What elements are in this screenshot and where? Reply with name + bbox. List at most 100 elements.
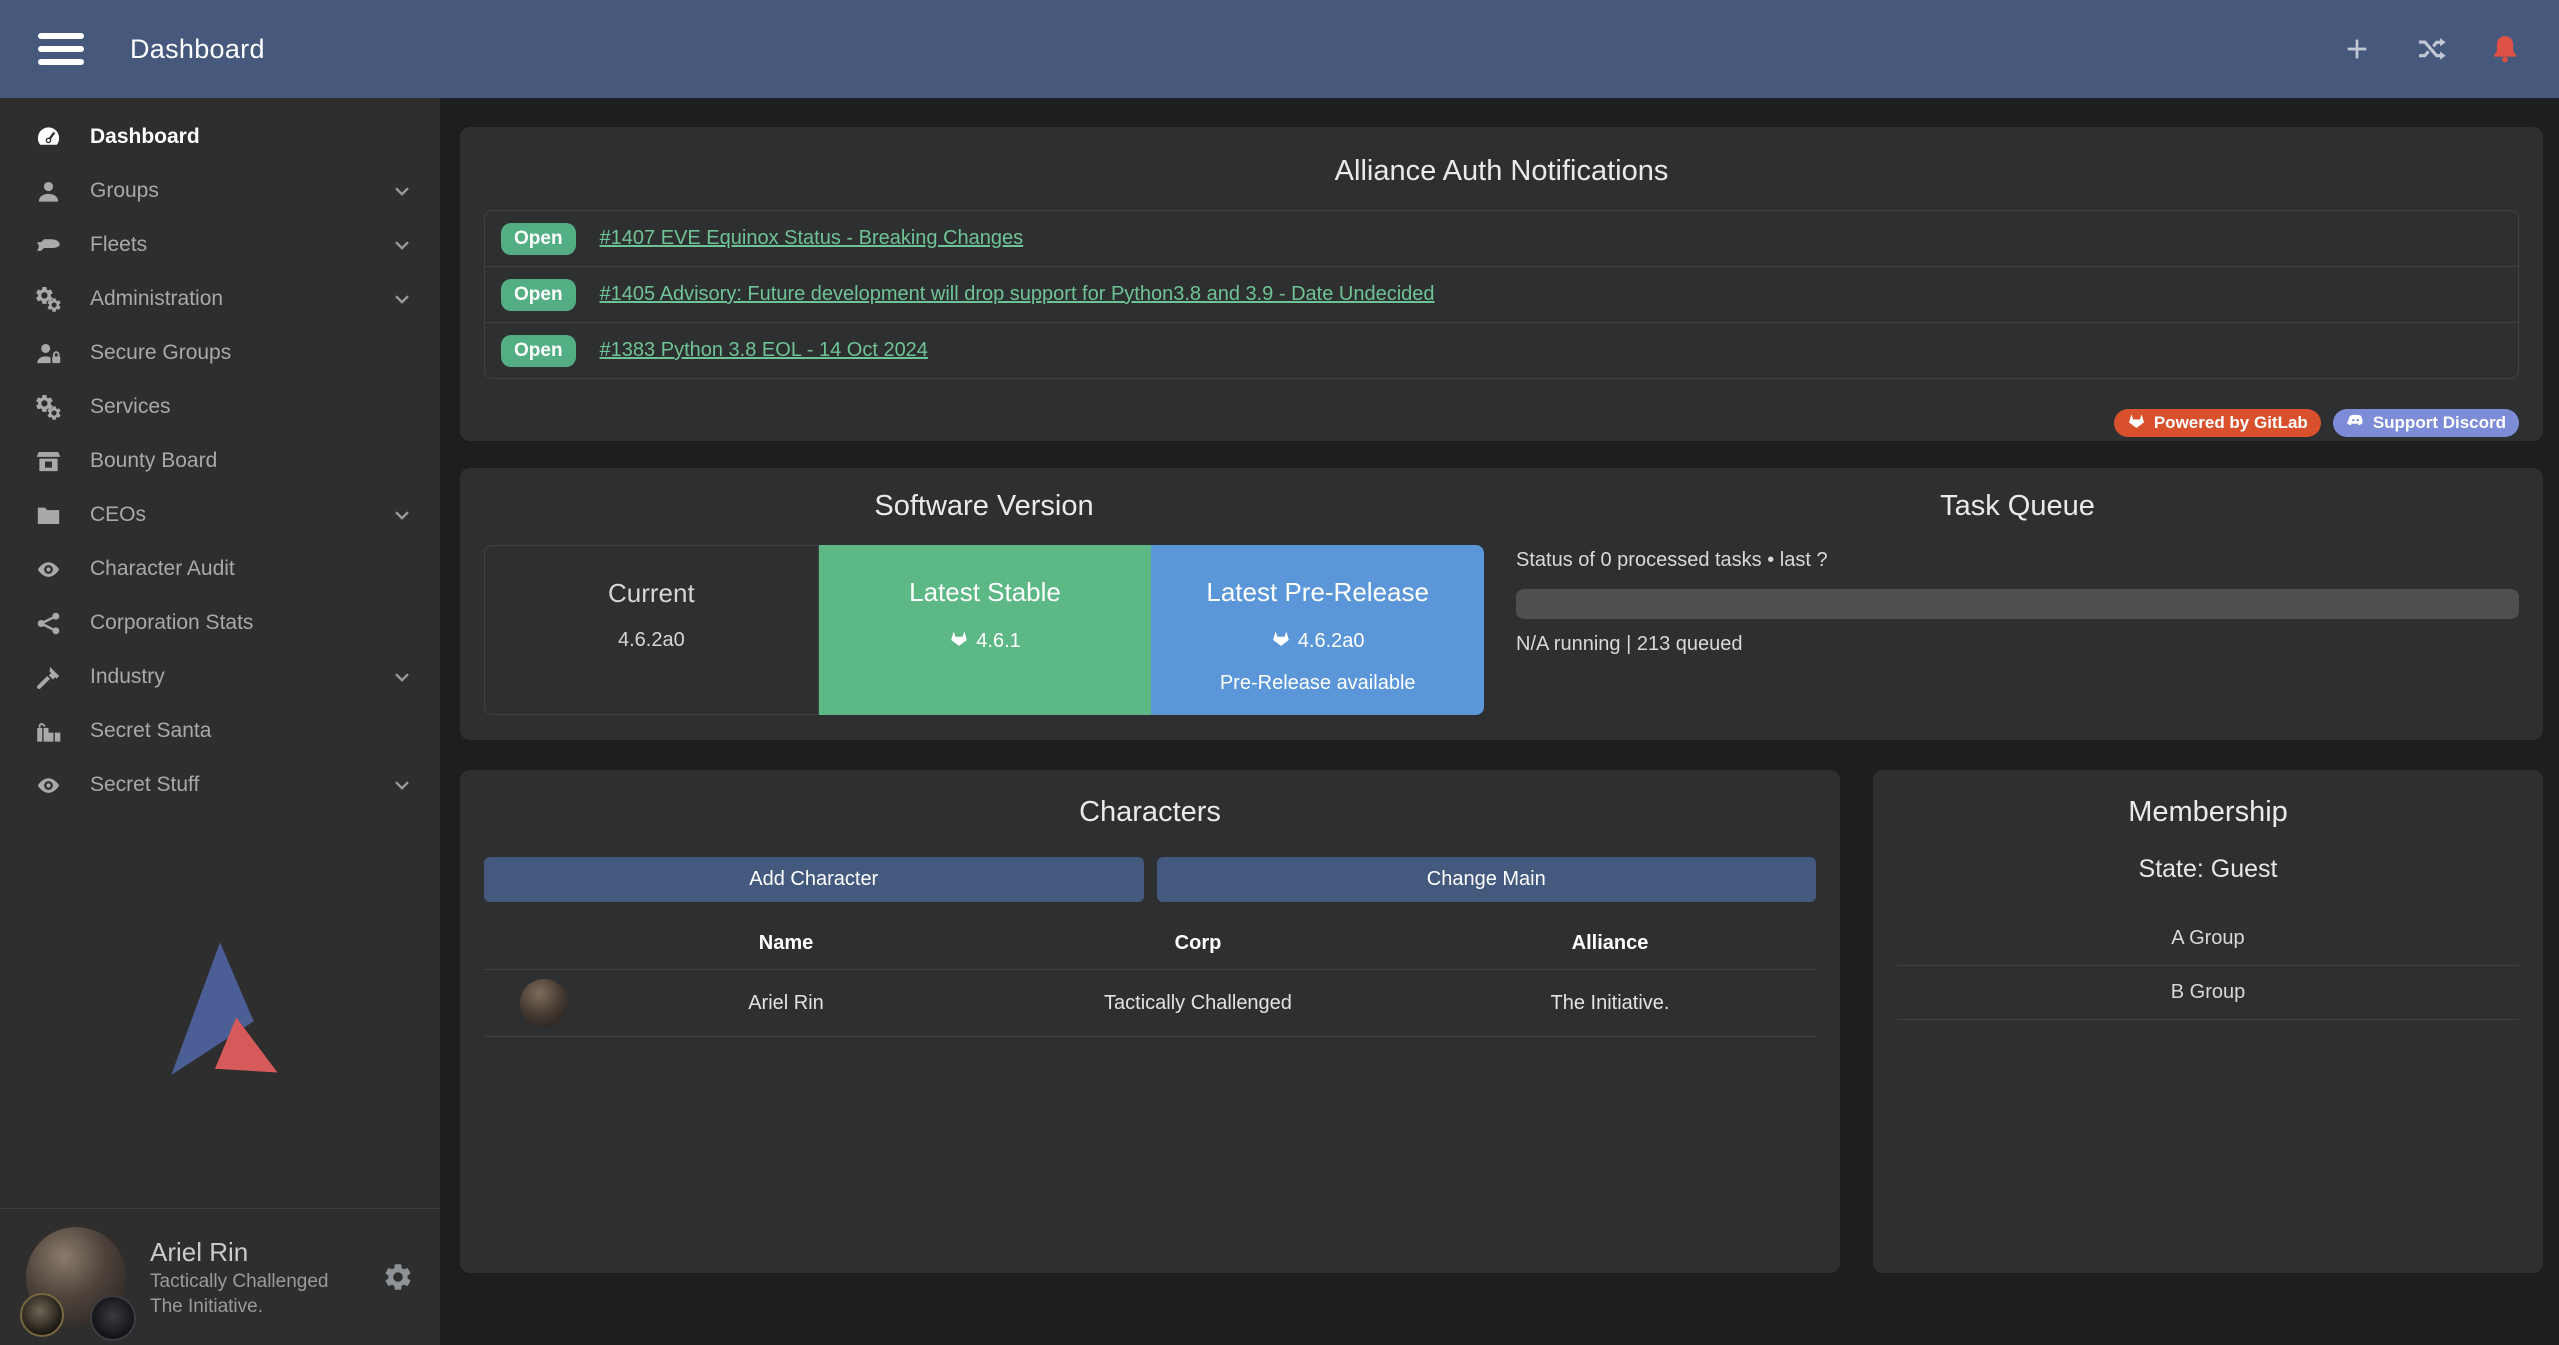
version-box-label: Latest Pre-Release <box>1151 577 1484 608</box>
status-badge: Open <box>501 223 576 255</box>
notification-link[interactable]: #1405 Advisory: Future development will … <box>600 283 1435 306</box>
group-item-a-group: A Group <box>1897 912 2519 966</box>
task-queue-section: Task Queue Status of 0 processed tasks •… <box>1516 488 2519 720</box>
version-text: 4.6.1 <box>976 630 1020 653</box>
characters-panel: Characters Add CharacterChange Main Name… <box>460 770 1840 1273</box>
membership-title: Membership <box>1897 796 2519 829</box>
bell-icon[interactable] <box>2489 33 2521 65</box>
hamburger-menu-icon[interactable] <box>38 33 84 65</box>
sidebar-item-label: Administration <box>90 287 223 311</box>
status-badge: Open <box>501 279 576 311</box>
notification-row: Open #1405 Advisory: Future development w… <box>485 266 2518 322</box>
version-number: 4.6.2a0 <box>1151 628 1484 654</box>
user-name: Ariel Rin <box>150 1235 329 1269</box>
notification-row: Open#1383 Python 3.8 EOL - 14 Oct 2024 <box>485 322 2518 378</box>
shuffle-icon[interactable] <box>2415 33 2447 65</box>
membership-panel: Membership State: Guest A GroupB Group <box>1873 770 2543 1273</box>
sidebar-item-groups[interactable]: Groups <box>0 164 440 218</box>
alliance-auth-dashboard: Dashboard Dashboard Groups Fleets Administr… <box>0 0 2559 1345</box>
gears-icon <box>30 285 66 313</box>
discord-icon <box>2346 411 2365 435</box>
sidebar-item-label: CEOs <box>90 503 146 527</box>
add-character-button[interactable]: Add Character <box>484 857 1144 902</box>
version-taskqueue-panel: Software Version Current4.6.2a0Latest St… <box>460 468 2543 740</box>
sidebar-item-label: Groups <box>90 179 159 203</box>
task-queue-title: Task Queue <box>1516 490 2519 523</box>
gitlab-icon <box>949 628 969 654</box>
version-number: 4.6.1 <box>819 628 1152 654</box>
version-box-current: Current 4.6.2a0 <box>484 545 819 715</box>
version-note: Pre-Release available <box>1151 672 1484 695</box>
characters-table-body: Ariel RinTactically ChallengedThe Initia… <box>484 970 1816 1037</box>
table-header-alliance: Alliance <box>1404 932 1816 955</box>
bottom-row: Characters Add CharacterChange Main Name… <box>460 770 2543 1273</box>
sidebar-item-secret-stuff[interactable]: Secret Stuff <box>0 758 440 812</box>
sidebar-item-corporation-stats[interactable]: Corporation Stats <box>0 596 440 650</box>
sidebar-item-label: Services <box>90 395 171 419</box>
sidebar-item-label: Dashboard <box>90 125 200 149</box>
version-strip: Current4.6.2a0Latest Stable4.6.1Latest P… <box>484 545 1484 715</box>
user-avatar <box>26 1227 126 1327</box>
membership-state: State: Guest <box>1897 855 2519 884</box>
sidebar: Dashboard Groups Fleets Administration Secur… <box>0 98 440 1345</box>
software-version-section: Software Version Current4.6.2a0Latest St… <box>484 488 1484 720</box>
sidebar-item-secret-santa[interactable]: Secret Santa <box>0 704 440 758</box>
character-corp: Tactically Challenged <box>992 992 1404 1015</box>
chevron-down-icon <box>390 503 414 527</box>
notifications-list: Open #1407 EVE Equinox Status - Breaking … <box>484 210 2519 379</box>
table-header-name: Name <box>580 932 992 955</box>
notifications-panel: Alliance Auth Notifications Open#1407 EV… <box>460 127 2543 441</box>
version-number: 4.6.2a0 <box>485 629 818 652</box>
character-name: Ariel Rin <box>580 992 992 1015</box>
sidebar-item-services[interactable]: Services <box>0 380 440 434</box>
gitlab-icon <box>1271 628 1291 654</box>
chevron-down-icon <box>390 233 414 257</box>
sidebar-item-label: Fleets <box>90 233 147 257</box>
sidebar-item-dashboard[interactable]: Dashboard <box>0 110 440 164</box>
sidebar-item-label: Secure Groups <box>90 341 231 365</box>
sidebar-item-industry[interactable]: Industry <box>0 650 440 704</box>
sidebar-item-label: Industry <box>90 665 165 689</box>
sidebar-item-secure-groups[interactable]: Secure Groups <box>0 326 440 380</box>
navbar-actions <box>2341 33 2521 65</box>
page-title: Dashboard <box>130 34 265 65</box>
user-corp: Tactically Challenged <box>150 1269 329 1294</box>
sidebar-item-ceos[interactable]: CEOs <box>0 488 440 542</box>
main-content: Alliance Auth Notifications Open#1407 EV… <box>440 98 2559 1345</box>
character-row: Ariel RinTactically ChallengedThe Initia… <box>484 970 1816 1037</box>
folder-icon <box>30 501 66 529</box>
plus-icon[interactable] <box>2341 33 2373 65</box>
notifications-footer: Powered by GitLab Support Discord <box>484 409 2519 437</box>
badge-label: Support Discord <box>2373 413 2506 433</box>
powered-by-gitlab-badge[interactable]: Powered by GitLab <box>2114 409 2321 437</box>
notification-link[interactable]: #1383 Python 3.8 EOL - 14 Oct 2024 <box>600 339 928 362</box>
sidebar-item-bounty-board[interactable]: Bounty Board <box>0 434 440 488</box>
support-discord-badge[interactable]: Support Discord <box>2333 409 2519 437</box>
user-lock-icon <box>30 339 66 367</box>
version-text: 4.6.2a0 <box>1298 630 1365 653</box>
top-navbar: Dashboard <box>0 0 2559 98</box>
sidebar-item-fleets[interactable]: Fleets <box>0 218 440 272</box>
version-box-label: Current <box>485 578 818 609</box>
gifts-icon <box>30 717 66 745</box>
change-main-button[interactable]: Change Main <box>1157 857 1817 902</box>
task-queue-progressbar <box>1516 589 2519 619</box>
user-alliance: The Initiative. <box>150 1294 329 1319</box>
sidebar-item-character-audit[interactable]: Character Audit <box>0 542 440 596</box>
eye-icon <box>30 555 66 583</box>
character-alliance: The Initiative. <box>1404 992 1816 1015</box>
character-portrait <box>520 979 568 1027</box>
sidebar-user-panel: Ariel Rin Tactically Challenged The Init… <box>0 1208 440 1345</box>
group-item-b-group: B Group <box>1897 966 2519 1020</box>
table-header-corp: Corp <box>992 932 1404 955</box>
user-settings-gear-icon[interactable] <box>382 1261 414 1293</box>
sidebar-item-label: Corporation Stats <box>90 611 253 635</box>
version-box-prerelease: Latest Pre-Release 4.6.2a0 Pre-Release ava… <box>1151 545 1484 715</box>
sidebar-item-administration[interactable]: Administration <box>0 272 440 326</box>
chevron-down-icon <box>390 665 414 689</box>
alliance-auth-logo <box>0 812 440 1208</box>
gears-icon <box>30 393 66 421</box>
version-text: 4.6.2a0 <box>618 629 685 652</box>
badge-label: Powered by GitLab <box>2154 413 2308 433</box>
notification-link[interactable]: #1407 EVE Equinox Status - Breaking Chan… <box>600 227 1024 250</box>
